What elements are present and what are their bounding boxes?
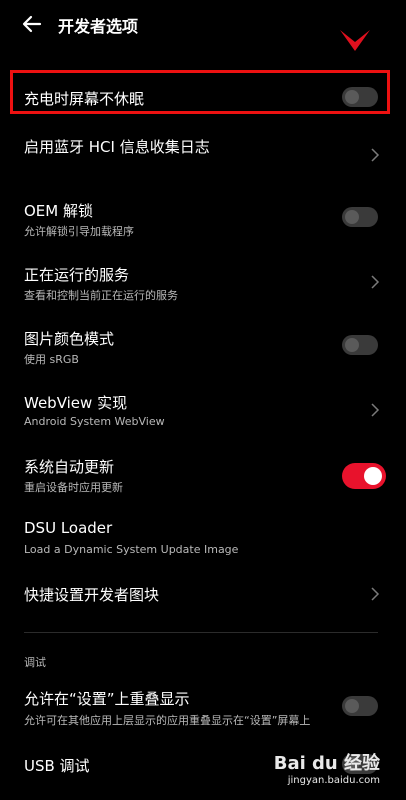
setting-quick-settings-tiles[interactable]: 快捷设置开发者图块 [0, 574, 406, 620]
setting-description: 允许可在其他应用上层显示的应用重叠显示在“设置”屏幕上 [24, 714, 311, 727]
setting-oem-unlock[interactable]: OEM 解锁 允许解锁引导加载程序 [0, 190, 406, 250]
toggle-knob [345, 338, 359, 352]
page-title: 开发者选项 [58, 17, 139, 36]
setting-label: 充电时屏幕不休眠 [24, 90, 145, 108]
setting-label: WebView 实现 [24, 394, 128, 412]
setting-description: Load a Dynamic System Update Image [24, 543, 239, 556]
setting-label: OEM 解锁 [24, 202, 93, 220]
chevron-right-icon [371, 403, 380, 417]
red-chevron-annotation-icon [340, 30, 370, 51]
setting-description: 使用 sRGB [24, 353, 79, 366]
section-divider [24, 632, 378, 633]
toggle-switch[interactable] [342, 87, 378, 107]
setting-description: 重启设备时应用更新 [24, 481, 123, 494]
setting-description: 查看和控制当前正在运行的服务 [24, 289, 178, 302]
chevron-right-icon [371, 275, 380, 289]
toggle-knob [345, 90, 359, 104]
setting-label: 系统自动更新 [24, 458, 115, 476]
section-header-debugging: 调试 [24, 656, 46, 669]
setting-description: 允许解锁引导加载程序 [24, 225, 134, 238]
toggle-switch[interactable] [342, 335, 378, 355]
setting-running-services[interactable]: 正在运行的服务 查看和控制当前正在运行的服务 [0, 254, 406, 314]
toggle-switch[interactable] [342, 207, 378, 227]
setting-label: 快捷设置开发者图块 [24, 586, 160, 604]
setting-dsu-loader[interactable]: DSU Loader Load a Dynamic System Update … [0, 510, 406, 570]
setting-label: 图片颜色模式 [24, 330, 115, 348]
setting-description: Android System WebView [24, 415, 165, 428]
toggle-knob [345, 210, 359, 224]
toggle-knob [345, 699, 359, 713]
toggle-switch[interactable] [342, 696, 378, 716]
setting-label: 启用蓝牙 HCI 信息收集日志 [24, 138, 210, 156]
watermark-logo: Bai du 经验 [273, 753, 380, 774]
setting-bluetooth-hci-log[interactable]: 启用蓝牙 HCI 信息收集日志 [0, 126, 406, 182]
setting-allow-overlay[interactable]: 允许在“设置”上重叠显示 允许可在其他应用上层显示的应用重叠显示在“设置”屏幕上 [0, 678, 406, 738]
setting-label: 允许在“设置”上重叠显示 [24, 690, 190, 708]
setting-stay-awake[interactable]: 充电时屏幕不休眠 [0, 70, 406, 114]
back-arrow-icon[interactable] [20, 12, 44, 36]
toggle-switch[interactable] [342, 463, 386, 489]
setting-picture-color-mode[interactable]: 图片颜色模式 使用 sRGB [0, 318, 406, 378]
watermark-url: jingyan.baidu.com [287, 775, 380, 786]
setting-label: DSU Loader [24, 519, 113, 537]
chevron-right-icon [371, 148, 380, 162]
baidu-jingyan-watermark: Bai du 经验 jingyan.baidu.com [274, 749, 380, 786]
setting-label: USB 调试 [24, 757, 90, 775]
toggle-knob [364, 467, 382, 485]
chevron-right-icon [371, 587, 380, 601]
setting-label: 正在运行的服务 [24, 266, 130, 284]
setting-auto-system-update[interactable]: 系统自动更新 重启设备时应用更新 [0, 446, 406, 506]
setting-webview-implementation[interactable]: WebView 实现 Android System WebView [0, 382, 406, 442]
